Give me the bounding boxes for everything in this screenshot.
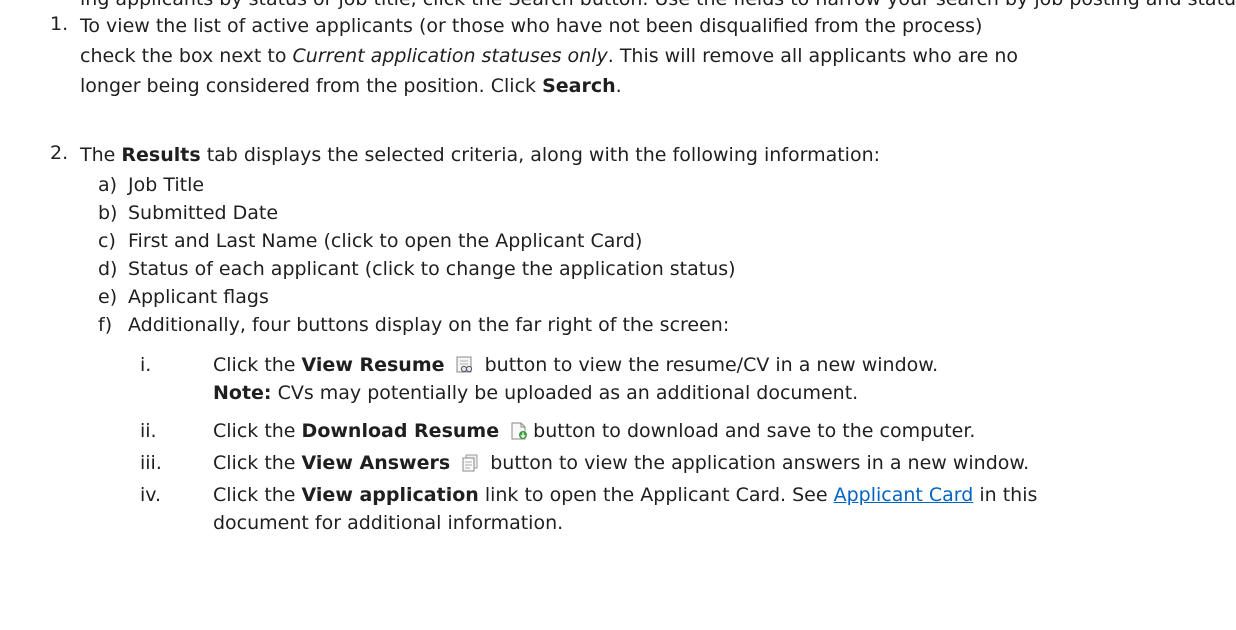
list-item-buttons: Additionally, four buttons display on th… xyxy=(128,314,730,336)
current-statuses-emphasis: Current application statuses only xyxy=(292,45,608,67)
download-resume-icon xyxy=(509,421,529,440)
download-resume-label: Download Resume xyxy=(301,420,500,442)
sub-item-download-resume: Click the Download Resume button to down… xyxy=(213,420,976,442)
list-item-flags: Applicant flags xyxy=(128,286,269,308)
list-marker-d: d) xyxy=(98,258,118,280)
search-label: Search xyxy=(542,75,616,97)
step-1-line-1: To view the list of active applicants (o… xyxy=(80,15,983,37)
list-marker-a: a) xyxy=(98,174,118,196)
step-2-intro: The Results tab displays the selected cr… xyxy=(80,144,881,166)
view-resume-label: View Resume xyxy=(301,354,445,376)
list-item-job-title: Job Title xyxy=(128,174,205,196)
sub-item-view-application: Click the View application link to open … xyxy=(213,484,1038,506)
view-answers-icon xyxy=(460,453,480,472)
sub-marker-iv: iv. xyxy=(140,484,162,506)
list-marker-b: b) xyxy=(98,202,118,224)
view-resume-icon xyxy=(455,355,475,373)
sub-marker-iii: iii. xyxy=(140,452,162,474)
sub-item-view-resume: Click the View Resume button to view the… xyxy=(213,354,939,376)
list-marker-e: e) xyxy=(98,286,118,308)
list-item-name: First and Last Name (click to open the A… xyxy=(128,230,643,252)
list-item-submitted-date: Submitted Date xyxy=(128,202,279,224)
list-item-status: Status of each applicant (click to chang… xyxy=(128,258,736,280)
step-1-line-2: check the box next to Current applicatio… xyxy=(80,45,1019,67)
step-1-line-3: longer being considered from the positio… xyxy=(80,75,622,97)
sub-item-view-resume-note: Note: CVs may potentially be uploaded as… xyxy=(213,382,859,404)
step-1-number: 1. xyxy=(50,13,69,35)
note-label: Note: xyxy=(213,382,272,404)
view-answers-label: View Answers xyxy=(301,452,451,474)
sub-marker-ii: ii. xyxy=(140,420,157,442)
document-page: ing applicants by status or job title, c… xyxy=(0,0,1236,630)
list-marker-f: f) xyxy=(98,314,113,336)
view-application-label: View application xyxy=(301,484,479,506)
sub-item-view-application-line-2: document for additional information. xyxy=(213,512,564,534)
list-marker-c: c) xyxy=(98,230,116,252)
step-2-number: 2. xyxy=(50,142,69,164)
cut-off-top-text: ing applicants by status or job title, c… xyxy=(80,0,1236,12)
applicant-card-link[interactable]: Applicant Card xyxy=(834,484,974,506)
sub-marker-i: i. xyxy=(140,354,152,376)
results-tab-label: Results xyxy=(121,144,201,166)
sub-item-view-answers: Click the View Answers button to view th… xyxy=(213,452,1030,474)
